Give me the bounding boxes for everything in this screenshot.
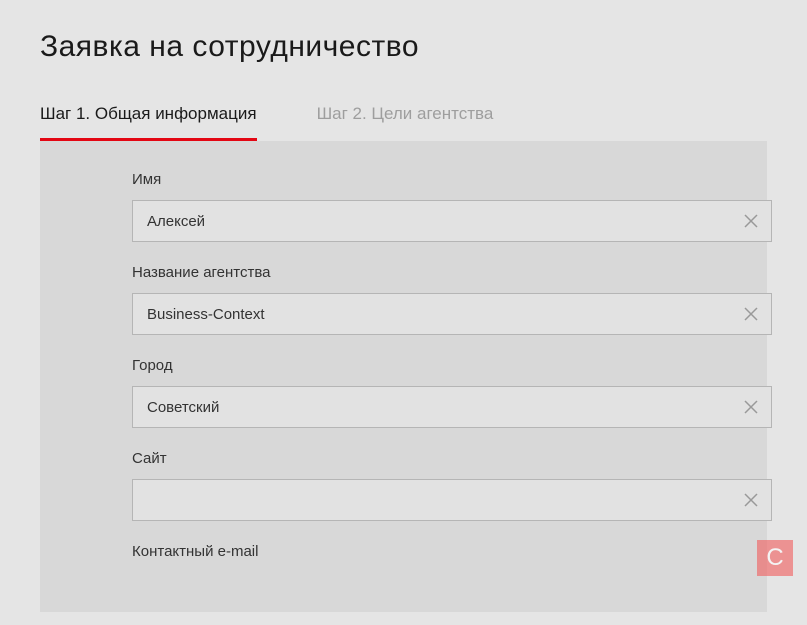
site-clear-button[interactable] [730,479,772,521]
close-icon [743,306,759,322]
page-title: Заявка на сотрудничество [40,30,767,64]
site-input-wrapper [132,479,772,521]
close-icon [743,213,759,229]
site-input[interactable] [132,479,772,521]
site-label: Сайт [132,450,767,467]
city-clear-button[interactable] [730,386,772,428]
name-input-wrapper [132,200,772,242]
close-icon [743,492,759,508]
name-input[interactable] [132,200,772,242]
name-clear-button[interactable] [730,200,772,242]
city-input-wrapper [132,386,772,428]
tabs: Шаг 1. Общая информация Шаг 2. Цели аген… [40,104,767,141]
form-group-name: Имя [132,171,767,242]
agency-input[interactable] [132,293,772,335]
email-label: Контактный e-mail [132,543,767,560]
name-label: Имя [132,171,767,188]
close-icon [743,399,759,415]
agency-input-wrapper [132,293,772,335]
city-label: Город [132,357,767,374]
watermark: C [757,540,793,576]
agency-label: Название агентства [132,264,767,281]
form-panel: Имя Название агентства Город [40,141,767,612]
tab-step-2[interactable]: Шаг 2. Цели агентства [317,104,494,141]
form-group-email: Контактный e-mail [132,543,767,560]
tab-step-1[interactable]: Шаг 1. Общая информация [40,104,257,141]
form-group-agency: Название агентства [132,264,767,335]
agency-clear-button[interactable] [730,293,772,335]
form-group-city: Город [132,357,767,428]
form-group-site: Сайт [132,450,767,521]
city-input[interactable] [132,386,772,428]
